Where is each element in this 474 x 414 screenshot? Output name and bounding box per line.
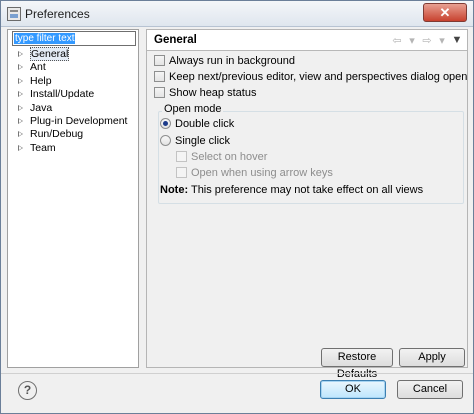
keep-dialog-open-checkbox[interactable]: [154, 71, 165, 82]
double-click-option[interactable]: Double click: [160, 118, 234, 132]
open-mode-note: Note: This preference may not take effec…: [160, 184, 423, 196]
select-on-hover-option: Select on hover: [176, 151, 267, 165]
filter-placeholder-text: type filter text: [14, 33, 76, 44]
back-arrow-icon[interactable]: ⇦: [391, 34, 403, 47]
cancel-button[interactable]: Cancel: [397, 380, 463, 399]
double-click-radio[interactable]: [160, 118, 171, 129]
close-button[interactable]: ✕: [423, 3, 467, 22]
expand-arrow-icon[interactable]: [18, 144, 23, 151]
single-click-option[interactable]: Single click: [160, 135, 230, 149]
show-heap-status-checkbox[interactable]: [154, 87, 165, 98]
keep-dialog-open-option[interactable]: Keep next/previous editor, view and pers…: [154, 71, 467, 85]
select-on-hover-checkbox: [176, 151, 187, 162]
always-run-background-checkbox[interactable]: [154, 55, 165, 66]
restore-defaults-button[interactable]: Restore Defaults: [321, 348, 393, 380]
tree-item-team[interactable]: Team: [8, 142, 138, 155]
window-title: Preferences: [25, 7, 90, 21]
footer-separator: [1, 373, 473, 374]
forward-menu-icon[interactable]: ▾: [436, 34, 448, 47]
expand-arrow-icon[interactable]: [18, 51, 23, 57]
tree-item-label: Ant: [30, 61, 46, 74]
apply-button[interactable]: Apply: [399, 348, 465, 367]
ok-button[interactable]: OK: [320, 380, 386, 399]
tree-item-label: Team: [30, 141, 56, 154]
title-bar[interactable]: Preferences ✕: [1, 1, 473, 27]
tree-item-label: Install/Update: [30, 88, 95, 101]
expand-arrow-icon[interactable]: [18, 77, 23, 84]
expand-arrow-icon[interactable]: [18, 131, 23, 138]
tree-item-general[interactable]: General: [8, 47, 138, 61]
show-heap-status-option[interactable]: Show heap status: [154, 87, 256, 101]
note-label: Note:: [160, 184, 189, 196]
tree-item-label: Plug-in Development: [30, 114, 128, 127]
expand-arrow-icon[interactable]: [18, 104, 23, 111]
expand-arrow-icon[interactable]: [18, 91, 23, 98]
option-label: Always run in background: [169, 55, 295, 67]
open-arrow-keys-option: Open when using arrow keys: [176, 167, 333, 181]
tree-item-run-debug[interactable]: Run/Debug: [8, 128, 138, 141]
page-title: General: [154, 34, 197, 46]
always-run-background-option[interactable]: Always run in background: [154, 55, 295, 69]
option-label: Select on hover: [191, 151, 268, 163]
preference-tree: General Ant Help Install/Update Java Plu…: [8, 47, 138, 155]
tree-item-ant[interactable]: Ant: [8, 61, 138, 74]
tree-item-label: Run/Debug: [30, 128, 84, 141]
expand-arrow-icon[interactable]: [18, 64, 23, 71]
option-label: Double click: [175, 118, 235, 130]
note-text: This preference may not take effect on a…: [190, 184, 424, 196]
tree-item-label: Help: [30, 74, 52, 87]
option-label: Single click: [175, 135, 231, 147]
tree-item-help[interactable]: Help: [8, 75, 138, 88]
option-label: Keep next/previous editor, view and pers…: [169, 71, 468, 83]
page-navigation: ⇦ ▾ ⇨ ▾ ▼: [391, 34, 463, 47]
preferences-dialog: Preferences ✕ type filter text General A…: [0, 0, 474, 414]
open-mode-legend: Open mode: [162, 103, 224, 115]
view-menu-icon[interactable]: ▼: [451, 34, 463, 47]
open-arrow-keys-checkbox: [176, 167, 187, 178]
preference-tree-pane: type filter text General Ant Help Instal…: [7, 29, 139, 368]
tree-item-plugin-development[interactable]: Plug-in Development: [8, 115, 138, 128]
window-icon: [7, 7, 21, 21]
forward-arrow-icon[interactable]: ⇨: [421, 34, 433, 47]
tree-item-java[interactable]: Java: [8, 102, 138, 115]
single-click-radio[interactable]: [160, 135, 171, 146]
tree-item-install-update[interactable]: Install/Update: [8, 88, 138, 101]
option-label: Show heap status: [169, 87, 257, 99]
help-icon[interactable]: ?: [18, 381, 37, 400]
page-header: General ⇦ ▾ ⇨ ▾ ▼: [147, 30, 467, 51]
preference-page: General ⇦ ▾ ⇨ ▾ ▼ Always run in backgrou…: [146, 29, 468, 380]
back-menu-icon[interactable]: ▾: [406, 34, 418, 47]
tree-item-label: Java: [30, 101, 53, 114]
option-label: Open when using arrow keys: [191, 167, 333, 179]
expand-arrow-icon[interactable]: [18, 117, 23, 124]
tree-item-label: General: [30, 47, 70, 61]
